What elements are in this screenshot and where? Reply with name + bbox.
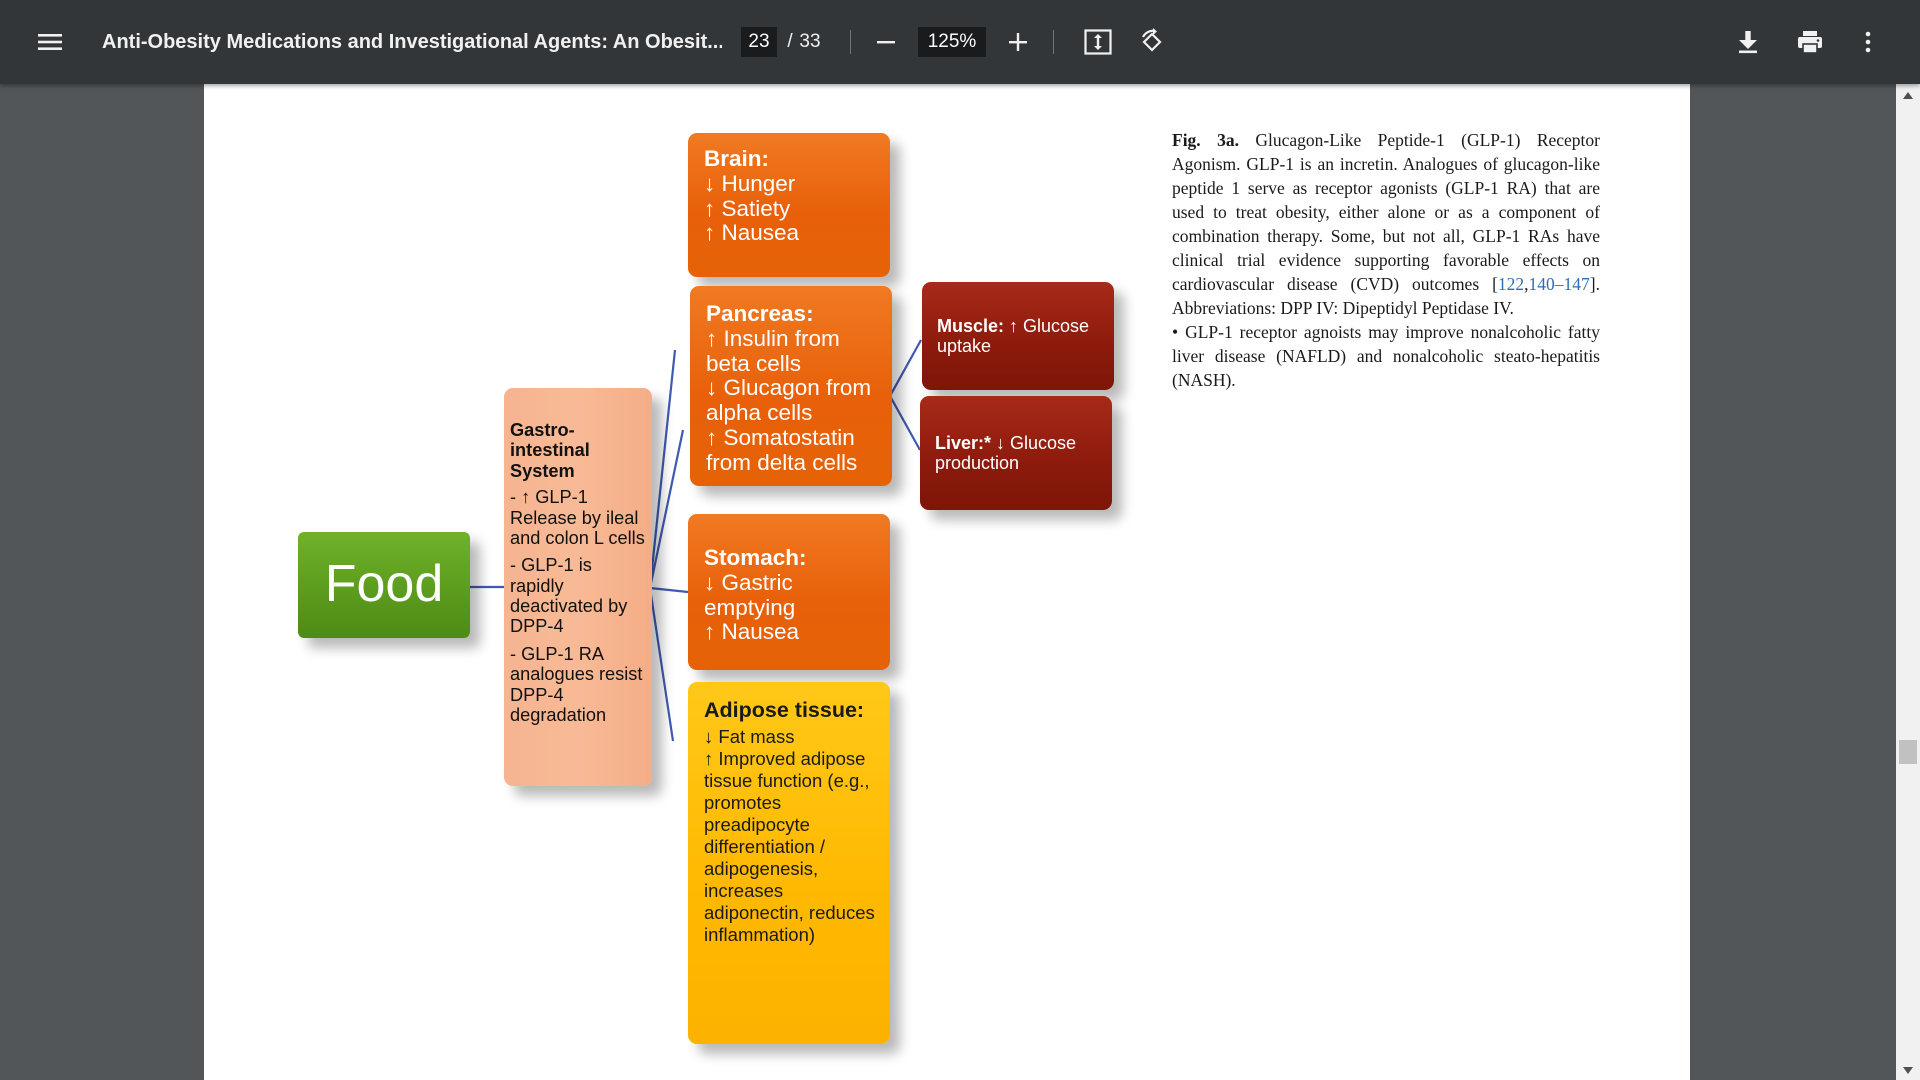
gi-line-3: - GLP-1 RA analogues resist DPP-4 degrad… [510,643,643,725]
more-vertical-icon [1865,31,1871,53]
zoom-in-button[interactable] [1000,0,1036,84]
caption-text-1: Glucagon-Like Peptide-1 (GLP-1) Receptor… [1172,130,1600,294]
pancreas-line-3: ↑ Somatostatin from delta cells [706,424,858,475]
minus-icon [877,41,895,44]
stomach-line-2: ↑ Nausea [704,619,800,645]
hamburger-menu-icon [38,34,62,50]
muscle-box: Muscle: ↑ Glucose uptake [922,282,1114,390]
figure-caption: Fig. 3a. Glucagon-Like Peptide-1 (GLP-1)… [1172,128,1600,392]
stomach-line-1: ↓ Gastric emptying [704,569,796,620]
page-number-input[interactable]: 23 [741,27,777,57]
food-label: Food [324,555,444,614]
muscle-heading: Muscle: [937,315,1005,336]
scrollbar-thumb[interactable] [1899,740,1917,764]
download-button[interactable] [1728,0,1768,84]
gi-line-1: - ↑ GLP-1 Release by ileal and colon L c… [510,487,645,548]
adipose-tissue-box: Adipose tissue: ↓ Fat mass ↑ Improved ad… [688,682,890,1044]
pancreas-line-2: ↓ Glucagon from alpha cells [706,375,872,425]
brain-line-1: ↓ Hunger [704,170,796,196]
stomach-heading: Stomach: [704,545,807,570]
rotate-button[interactable] [1132,0,1172,84]
toolbar-divider [1053,30,1054,54]
pdf-toolbar: Anti-Obesity Medications and Investigati… [0,0,1920,84]
brain-line-2: ↑ Satiety [704,195,791,221]
brain-box: Brain: ↓ Hunger ↑ Satiety ↑ Nausea [688,133,890,277]
more-options-button[interactable] [1850,0,1886,84]
rotate-icon [1142,28,1162,52]
gastrointestinal-box: Gastro-intestinal System - ↑ GLP-1 Relea… [504,388,652,786]
figure-label: Fig. 3a. [1172,130,1239,150]
brain-line-3: ↑ Nausea [704,220,800,246]
fit-to-page-icon [1084,29,1112,55]
vertical-scrollbar[interactable] [1896,84,1920,1080]
page-total: 33 [799,31,821,52]
download-icon [1739,31,1757,54]
reference-link-122[interactable]: 122 [1498,274,1524,294]
gi-line-2: - GLP-1 is rapidly deactivated by DPP-4 [510,555,628,637]
zoom-out-button[interactable] [868,0,904,84]
document-title: Anti-Obesity Medications and Investigati… [102,30,722,53]
food-box: Food [298,532,470,638]
scroll-up-arrow-icon[interactable] [1903,92,1913,99]
adipose-line-1: ↓ Fat mass [704,725,795,747]
page-separator: / [787,31,793,52]
plus-icon [1009,33,1027,51]
zoom-level-input[interactable]: 125% [918,27,986,57]
toolbar-divider [850,30,851,54]
reference-link-140-147[interactable]: 140–147 [1529,274,1590,294]
print-icon [1798,31,1822,54]
scroll-down-arrow-icon[interactable] [1903,1067,1913,1074]
gi-heading: Gastro-intestinal System [510,420,590,481]
menu-button[interactable] [26,0,74,84]
print-button[interactable] [1788,0,1832,84]
caption-bullet: • GLP-1 receptor agnoists may improve no… [1172,322,1600,390]
pancreas-box: Pancreas: ↑ Insulin from beta cells ↓ Gl… [690,286,892,486]
adipose-heading: Adipose tissue: [704,698,865,722]
stomach-box: Stomach: ↓ Gastric emptying ↑ Nausea [688,514,890,670]
pancreas-line-1: ↑ Insulin from beta cells [706,325,840,376]
brain-heading: Brain: [704,146,770,171]
adipose-line-2: ↑ Improved adipose tissue function (e.g.… [704,747,875,945]
liver-heading: Liver:* [935,432,992,453]
fit-to-page-button[interactable] [1078,0,1118,84]
liver-box: Liver:* ↓ Glucose production [920,396,1112,510]
pdf-page: Food Gastro-intestinal System - ↑ GLP-1 … [204,84,1690,1080]
pancreas-heading: Pancreas: [706,301,814,326]
